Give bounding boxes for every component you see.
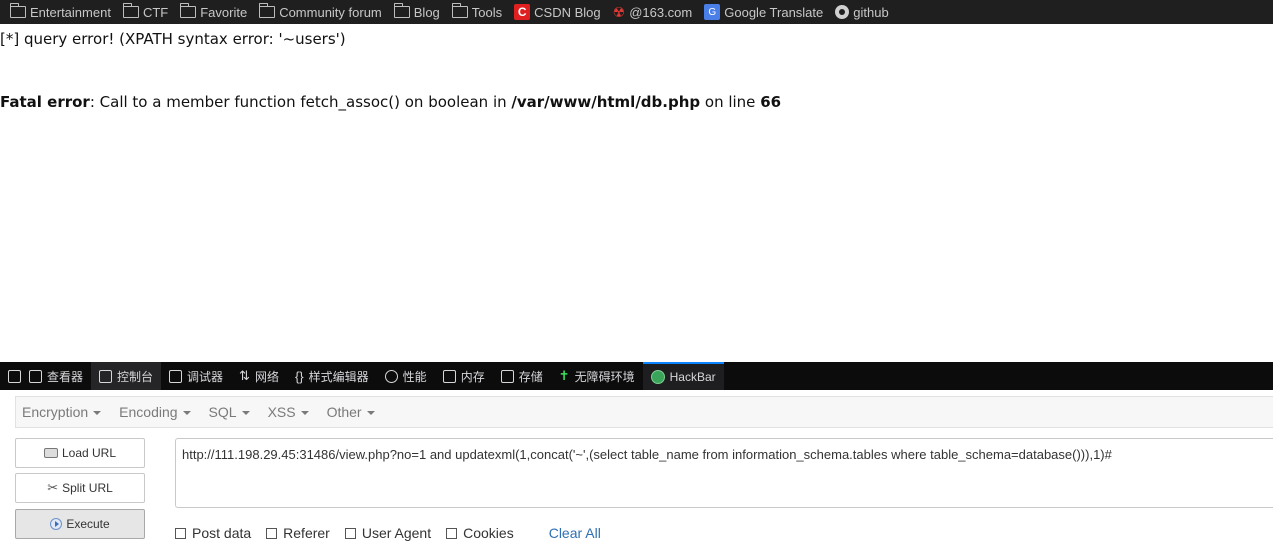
bookmark-community-forum[interactable]: Community forum: [259, 3, 388, 20]
performance-icon: [384, 369, 398, 383]
bookmark-csdn-blog[interactable]: C CSDN Blog: [514, 4, 606, 20]
menu-encryption[interactable]: Encryption: [22, 404, 102, 420]
fatal-error-text: : Call to a member function fetch_assoc(…: [89, 93, 512, 111]
query-error-message: [*] query error! (XPATH syntax error: '~…: [0, 30, 346, 48]
tab-memory[interactable]: 内存: [435, 362, 493, 390]
fatal-error-message: Fatal error: Call to a member function f…: [0, 93, 781, 111]
storage-icon: [500, 369, 514, 383]
caret-down-icon: [300, 411, 309, 415]
folder-icon: [180, 3, 197, 18]
bookmark-163[interactable]: ☢ @163.com: [613, 4, 699, 21]
caret-down-icon: [366, 411, 375, 415]
bookmark-entertainment[interactable]: Entertainment: [10, 3, 117, 20]
fatal-error-path: /var/www/html/db.php: [511, 93, 701, 111]
tab-style-editor[interactable]: {} 样式编辑器: [287, 362, 377, 390]
style-editor-icon: {}: [294, 368, 304, 384]
page-content: [*] query error! (XPATH syntax error: '~…: [0, 24, 1273, 362]
folder-icon: [393, 3, 410, 18]
csdn-icon: C: [514, 4, 531, 20]
accessibility-icon: ✝: [558, 368, 570, 383]
bookmark-github[interactable]: github: [835, 5, 894, 20]
tab-network[interactable]: ⇅ 网络: [231, 362, 287, 390]
tab-console[interactable]: 控制台: [91, 362, 162, 390]
memory-icon: [442, 369, 456, 383]
folder-icon: [10, 3, 26, 18]
menu-sql[interactable]: SQL: [209, 404, 250, 420]
split-url-button[interactable]: ✂ Split URL: [15, 473, 145, 503]
checkbox[interactable]: [446, 527, 458, 539]
bookmark-blog[interactable]: Blog: [393, 3, 446, 20]
hackbar-icon: [650, 370, 665, 384]
element-picker-icon[interactable]: [8, 369, 21, 383]
checkbox[interactable]: [266, 527, 278, 539]
bookmarks-bar: Entertainment CTF Favorite Community for…: [0, 0, 1273, 24]
url-textarea[interactable]: http://111.198.29.45:31486/view.php?no=1…: [175, 438, 1273, 508]
bookmark-ctf[interactable]: CTF: [122, 3, 174, 20]
execute-button[interactable]: Execute: [15, 509, 145, 539]
fatal-error-line-prefix: on line: [700, 93, 761, 111]
debugger-icon: [169, 369, 183, 383]
hackbar-options: Post data Referer User Agent Cookies Cle…: [175, 525, 601, 541]
checkbox[interactable]: [175, 527, 186, 539]
folder-icon: [259, 3, 276, 18]
tab-inspector[interactable]: 查看器: [21, 362, 91, 390]
folder-icon: [451, 3, 468, 18]
folder-icon: [122, 3, 139, 18]
option-referer[interactable]: Referer: [266, 525, 330, 541]
mail-163-icon: ☢: [612, 3, 626, 20]
caret-down-icon: [93, 411, 102, 415]
option-cookies[interactable]: Cookies: [446, 525, 514, 541]
tab-accessibility[interactable]: ✝ 无障碍环境: [551, 362, 643, 390]
fatal-error-line: 66: [760, 93, 782, 111]
hackbar-panel: Encryption Encoding SQL XSS Other Load U…: [0, 390, 1273, 554]
bookmark-favorite[interactable]: Favorite: [180, 3, 253, 20]
fatal-error-label: Fatal error: [0, 93, 90, 111]
scissors-icon: ✂: [47, 480, 59, 495]
menu-encoding[interactable]: Encoding: [119, 404, 191, 420]
devtools-toolbar: 查看器 控制台 调试器 ⇅ 网络 {} 样式编辑器 性能 内存 存储 ✝ 无障碍环境 …: [0, 362, 1273, 390]
google-translate-icon: G: [704, 4, 721, 20]
bookmark-tools[interactable]: Tools: [451, 3, 508, 20]
tab-performance[interactable]: 性能: [377, 362, 435, 390]
clear-all-link[interactable]: Clear All: [549, 525, 601, 541]
tab-storage[interactable]: 存储: [493, 362, 551, 390]
option-user-agent[interactable]: User Agent: [344, 525, 431, 541]
tab-debugger[interactable]: 调试器: [161, 362, 231, 390]
caret-down-icon: [241, 411, 250, 415]
network-icon: ⇅: [239, 368, 250, 383]
console-icon: [99, 369, 113, 383]
hackbar-menu: Encryption Encoding SQL XSS Other: [15, 396, 1273, 428]
option-post-data[interactable]: Post data: [175, 525, 251, 541]
caret-down-icon: [182, 411, 191, 415]
checkbox[interactable]: [344, 527, 356, 539]
load-icon: [43, 448, 58, 458]
github-icon: [835, 5, 850, 19]
bookmark-google-translate[interactable]: G Google Translate: [704, 4, 829, 20]
play-icon: [50, 518, 63, 530]
menu-other[interactable]: Other: [327, 404, 375, 420]
menu-xss[interactable]: XSS: [268, 404, 309, 420]
tab-hackbar[interactable]: HackBar: [642, 362, 724, 390]
inspector-icon: [29, 369, 42, 383]
load-url-button[interactable]: Load URL: [15, 438, 145, 468]
